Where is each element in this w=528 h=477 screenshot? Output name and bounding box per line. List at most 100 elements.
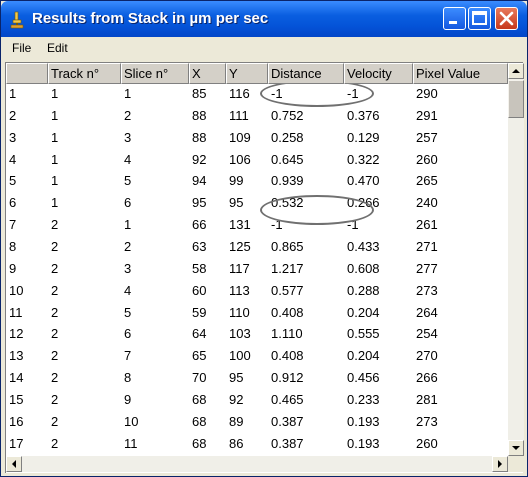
microscope-icon bbox=[9, 11, 25, 29]
minimize-button[interactable] bbox=[443, 7, 466, 30]
table-cell: 1 bbox=[51, 151, 59, 167]
column-header-0[interactable] bbox=[6, 63, 48, 84]
table-cell: 103 bbox=[229, 326, 251, 342]
column-header-4[interactable]: Y bbox=[226, 63, 268, 84]
table-cell: 113 bbox=[229, 282, 250, 298]
table-row[interactable]: 9 2 3 58 117 1.217 0.608 277 bbox=[6, 259, 508, 278]
table-row[interactable]: 8 2 2 63 125 0.865 0.433 271 bbox=[6, 237, 508, 256]
table-row[interactable]: 1 1 1 85 116 -1 -1 290 bbox=[6, 84, 508, 103]
title-bar[interactable]: Results from Stack in µm per sec bbox=[1, 1, 527, 37]
table-cell: 0.204 bbox=[347, 304, 380, 320]
column-header-7[interactable]: Pixel Value bbox=[413, 63, 508, 84]
scroll-left-button[interactable] bbox=[6, 456, 22, 472]
column-header-3[interactable]: X bbox=[189, 63, 226, 84]
table-cell: 59 bbox=[192, 304, 207, 320]
table-cell: 16 bbox=[9, 413, 24, 429]
table-cell: 0.288 bbox=[347, 282, 380, 298]
table-row[interactable]: 13 2 7 65 100 0.408 0.204 270 bbox=[6, 346, 508, 365]
table-cell: 0.939 bbox=[271, 173, 304, 189]
table-row[interactable]: 2 1 2 88 111 0.752 0.376 291 bbox=[6, 106, 508, 125]
table-cell: 86 bbox=[229, 435, 244, 451]
table-header: Track n° Slice n° X Y Distance Velocity Pixel … bbox=[6, 63, 508, 84]
scroll-left-arrow-icon bbox=[12, 460, 16, 468]
column-header-5[interactable]: Distance bbox=[268, 63, 344, 84]
scroll-right-button[interactable] bbox=[492, 456, 508, 472]
table-cell: 4 bbox=[124, 151, 132, 167]
table-cell: 1.217 bbox=[271, 260, 304, 276]
table-cell: 254 bbox=[416, 326, 438, 342]
vertical-scrollbar[interactable] bbox=[508, 63, 524, 456]
table-cell: 281 bbox=[416, 391, 438, 407]
window-title: Results from Stack in µm per sec bbox=[32, 10, 269, 27]
table-row[interactable]: 4 1 4 92 106 0.645 0.322 260 bbox=[6, 150, 508, 169]
table-cell: 277 bbox=[416, 260, 438, 276]
table-cell: 1 bbox=[9, 86, 17, 101]
table-row[interactable]: 6 1 6 95 95 0.532 0.266 240 bbox=[6, 193, 508, 212]
close-button[interactable] bbox=[495, 7, 518, 30]
horizontal-scrollbar[interactable] bbox=[6, 456, 508, 472]
table-cell: 68 bbox=[192, 413, 207, 429]
table-cell: 10 bbox=[124, 413, 139, 429]
table-cell: 89 bbox=[229, 413, 244, 429]
table-row[interactable]: 14 2 8 70 95 0.912 0.456 266 bbox=[6, 368, 508, 387]
table-row[interactable]: 16 2 10 68 89 0.387 0.193 273 bbox=[6, 412, 508, 431]
results-window: Results from Stack in µm per sec File Ed… bbox=[0, 0, 528, 477]
table-cell: 88 bbox=[192, 129, 207, 145]
scroll-up-button[interactable] bbox=[508, 63, 524, 79]
scroll-down-arrow-icon bbox=[512, 446, 520, 450]
table-cell: 99 bbox=[229, 173, 244, 189]
table-cell: 6 bbox=[124, 326, 132, 342]
table-cell: 1 bbox=[51, 107, 59, 123]
table-cell: -1 bbox=[271, 217, 283, 233]
scroll-right-arrow-icon bbox=[498, 460, 502, 468]
column-header-6[interactable]: Velocity bbox=[344, 63, 413, 84]
table-cell: 0.387 bbox=[271, 435, 304, 451]
table-row[interactable]: 3 1 3 88 109 0.258 0.129 257 bbox=[6, 128, 508, 147]
table-row[interactable]: 10 2 4 60 113 0.577 0.288 273 bbox=[6, 281, 508, 300]
table-cell: 0.865 bbox=[271, 238, 304, 254]
table-row[interactable]: 17 2 11 68 86 0.387 0.193 260 bbox=[6, 434, 508, 453]
scroll-corner bbox=[508, 456, 524, 472]
table-cell: 66 bbox=[192, 217, 207, 233]
results-table: Track n° Slice n° X Y Distance Velocity Pixel … bbox=[5, 62, 524, 473]
table-row[interactable]: 5 1 5 94 99 0.939 0.470 265 bbox=[6, 171, 508, 190]
table-body: 1 1 1 85 116 -1 -1 290 2 1 2 88 111 0.752 0.376 291 3 1 3 8… bbox=[6, 84, 508, 456]
table-row[interactable]: 12 2 6 64 103 1.110 0.555 254 bbox=[6, 324, 508, 343]
column-header-1[interactable]: Track n° bbox=[48, 63, 121, 84]
table-cell: 0.555 bbox=[347, 326, 380, 342]
table-cell: 0.408 bbox=[271, 348, 304, 364]
table-cell: 0.752 bbox=[271, 107, 304, 123]
table-cell: 273 bbox=[416, 282, 438, 298]
table-cell: 260 bbox=[416, 435, 438, 451]
table-cell: 0.912 bbox=[271, 370, 304, 386]
table-row[interactable]: 11 2 5 59 110 0.408 0.204 264 bbox=[6, 303, 508, 322]
table-cell: 1.110 bbox=[271, 326, 303, 342]
table-cell: 11 bbox=[124, 435, 138, 451]
vertical-scroll-thumb[interactable] bbox=[508, 80, 524, 118]
table-cell: 261 bbox=[416, 217, 438, 233]
table-cell: 2 bbox=[51, 391, 59, 407]
table-cell: 291 bbox=[416, 107, 438, 123]
table-cell: 109 bbox=[229, 129, 251, 145]
table-cell: 0.266 bbox=[347, 195, 380, 211]
table-cell: 7 bbox=[124, 348, 132, 364]
table-row[interactable]: 15 2 9 68 92 0.465 0.233 281 bbox=[6, 390, 508, 409]
column-header-2[interactable]: Slice n° bbox=[121, 63, 189, 84]
table-row[interactable]: 7 2 1 66 131 -1 -1 261 bbox=[6, 215, 508, 234]
table-cell: 125 bbox=[229, 238, 251, 254]
maximize-button[interactable] bbox=[468, 7, 491, 30]
table-cell: 1 bbox=[51, 129, 59, 145]
table-cell: 273 bbox=[416, 413, 438, 429]
close-icon bbox=[499, 11, 514, 26]
table-cell: 1 bbox=[51, 173, 59, 189]
table-cell: 100 bbox=[229, 348, 251, 364]
table-cell: 2 bbox=[9, 107, 17, 123]
table-cell: 2 bbox=[51, 348, 59, 364]
scroll-down-button[interactable] bbox=[508, 440, 524, 456]
table-cell: 0.456 bbox=[347, 370, 380, 386]
menu-edit[interactable]: Edit bbox=[47, 41, 68, 55]
table-cell: 68 bbox=[192, 391, 207, 407]
menu-file[interactable]: File bbox=[12, 41, 31, 55]
table-cell: 0.233 bbox=[347, 391, 380, 407]
minimize-icon bbox=[449, 21, 457, 24]
